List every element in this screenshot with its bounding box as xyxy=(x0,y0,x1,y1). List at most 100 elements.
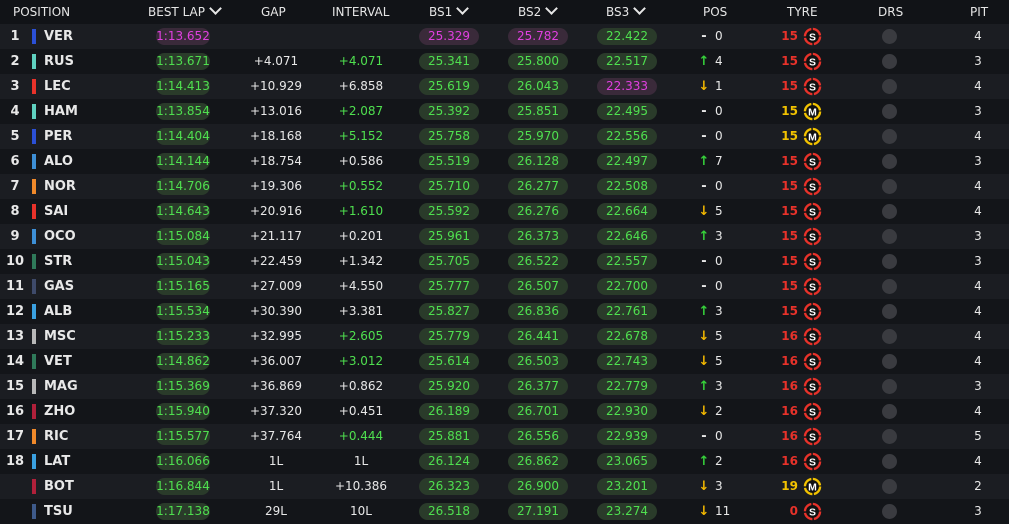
bs2-time: 26.128 xyxy=(508,153,568,170)
table-row[interactable]: 4 HAM 1:13.854 +13.016 +2.087 25.392 25.851 22.… xyxy=(0,99,1009,124)
team-color-bar xyxy=(32,29,36,44)
table-row[interactable]: 18 LAT 1:16.066 1L 1L 26.124 26.862 23.065 ↑ 2 16 S… xyxy=(0,449,1009,474)
bs2-time: 26.701 xyxy=(508,403,568,420)
position-change: 0 xyxy=(715,279,723,293)
pit-stops: 3 xyxy=(974,254,982,268)
table-row[interactable]: 10 STR 1:15.043 +22.459 +1.342 25.705 26.522 22… xyxy=(0,249,1009,274)
team-color-bar xyxy=(32,304,36,319)
driver-code[interactable]: VER xyxy=(44,24,73,49)
header-tyre[interactable]: TYRE xyxy=(787,0,818,24)
position-change: 3 xyxy=(715,229,723,243)
arrow-down-icon: ↓ xyxy=(698,79,710,94)
table-row[interactable]: 1 VER 1:13.652 25.329 25.782 22.422 -0 15 S 4 xyxy=(0,24,1009,49)
table-row[interactable]: 12 ALB 1:15.534 +30.390 +3.381 25.827 26.836 22… xyxy=(0,299,1009,324)
header-best-lap[interactable]: BEST LAP xyxy=(148,0,222,24)
header-pos[interactable]: POS xyxy=(703,0,727,24)
table-row[interactable]: 5 PER 1:14.404 +18.168 +5.152 25.758 25.970 22.… xyxy=(0,124,1009,149)
driver-code[interactable]: STR xyxy=(44,249,72,274)
position-number: 16 xyxy=(5,404,25,419)
driver-code[interactable]: LEC xyxy=(44,74,71,99)
bs2-time: 25.782 xyxy=(508,28,568,45)
driver-code[interactable]: TSU xyxy=(44,499,73,524)
header-bs2[interactable]: BS2 xyxy=(518,0,559,24)
header-bs1[interactable]: BS1 xyxy=(429,0,470,24)
driver-code[interactable]: OCO xyxy=(44,224,76,249)
bs1-time: 25.705 xyxy=(419,253,479,270)
table-row[interactable]: BOT 1:16.844 1L +10.386 26.323 26.900 23.201 ↓ 3… xyxy=(0,474,1009,499)
table-row[interactable]: 16 ZHO 1:15.940 +37.320 +0.451 26.189 26.701 22… xyxy=(0,399,1009,424)
timing-table: 1 VER 1:13.652 25.329 25.782 22.422-0 15 S 4 2 RUS… xyxy=(0,24,1009,524)
position-change: 3 xyxy=(715,304,723,318)
table-row[interactable]: TSU 1:17.138 29L 10L 26.518 27.191 23.274 ↓ 11 0 S… xyxy=(0,499,1009,524)
driver-code[interactable]: HAM xyxy=(44,99,78,124)
header-pit[interactable]: PIT xyxy=(970,0,988,24)
table-row[interactable]: 11 GAS 1:15.165 +27.009 +4.550 25.777 26.507 22… xyxy=(0,274,1009,299)
table-row[interactable]: 15 MAG 1:15.369 +36.869 +0.862 25.920 26.377 22… xyxy=(0,374,1009,399)
gap-value: +36.007 xyxy=(249,354,303,368)
interval-value: 10L xyxy=(350,504,372,518)
tyre-compound-icon: S xyxy=(803,377,822,396)
driver-code[interactable]: RIC xyxy=(44,424,68,449)
driver-code[interactable]: VET xyxy=(44,349,72,374)
position-change: 7 xyxy=(715,154,723,168)
bs1-time: 26.518 xyxy=(419,503,479,520)
driver-code[interactable]: ALO xyxy=(44,149,73,174)
best-lap-time: 1:14.862 xyxy=(156,353,210,370)
driver-code[interactable]: MSC xyxy=(44,324,76,349)
pit-stops: 3 xyxy=(974,379,982,393)
interval-value: +3.381 xyxy=(338,304,384,318)
bs2-time: 26.441 xyxy=(508,328,568,345)
driver-code[interactable]: BOT xyxy=(44,474,74,499)
bs1-time: 25.710 xyxy=(419,178,479,195)
bs3-time: 22.646 xyxy=(597,228,657,245)
table-row[interactable]: 14 VET 1:14.862 +36.007 +3.012 25.614 26.503 22… xyxy=(0,349,1009,374)
table-row[interactable]: 9 OCO 1:15.084 +21.117 +0.201 25.961 26.373 22.… xyxy=(0,224,1009,249)
table-row[interactable]: 13 MSC 1:15.233 +32.995 +2.605 25.779 26.441 22… xyxy=(0,324,1009,349)
position-change: 0 xyxy=(715,179,723,193)
table-row[interactable]: 7 NOR 1:14.706 +19.306 +0.552 25.710 26.277 22.… xyxy=(0,174,1009,199)
table-row[interactable]: 2 RUS 1:13.671 +4.071 +4.071 25.341 25.800 22.5… xyxy=(0,49,1009,74)
bs3-time: 22.333 xyxy=(597,78,657,95)
header-position[interactable]: POSITION xyxy=(13,0,70,24)
table-row[interactable]: 3 LEC 1:14.413 +10.929 +6.858 25.619 26.043 22.… xyxy=(0,74,1009,99)
position-number: 2 xyxy=(10,54,20,69)
position-number: 3 xyxy=(10,79,20,94)
arrow-up-icon: ↑ xyxy=(698,304,710,319)
driver-code[interactable]: PER xyxy=(44,124,72,149)
driver-code[interactable]: MAG xyxy=(44,374,78,399)
driver-code[interactable]: GAS xyxy=(44,274,74,299)
best-lap-time: 1:15.369 xyxy=(156,378,210,395)
driver-code[interactable]: SAI xyxy=(44,199,68,224)
driver-code[interactable]: ALB xyxy=(44,299,72,324)
table-row[interactable]: 8 SAI 1:14.643 +20.916 +1.610 25.592 26.276 22.… xyxy=(0,199,1009,224)
tyre-compound-letter: S xyxy=(809,507,816,518)
team-color-bar xyxy=(32,179,36,194)
position-number: 12 xyxy=(5,304,25,319)
driver-code[interactable]: LAT xyxy=(44,449,70,474)
tyre-compound-icon: S xyxy=(803,502,822,521)
header-gap[interactable]: GAP xyxy=(261,0,286,24)
best-lap-time: 1:15.534 xyxy=(156,303,210,320)
header-drs[interactable]: DRS xyxy=(878,0,903,24)
driver-code[interactable]: ZHO xyxy=(44,399,75,424)
drs-indicator xyxy=(882,204,897,219)
arrow-down-icon: ↓ xyxy=(698,404,710,419)
table-row[interactable]: 6 ALO 1:14.144 +18.754 +0.586 25.519 26.128 22.… xyxy=(0,149,1009,174)
pit-stops: 4 xyxy=(974,404,982,418)
driver-code[interactable]: NOR xyxy=(44,174,76,199)
arrow-down-icon: ↓ xyxy=(698,329,710,344)
bs3-time: 22.761 xyxy=(597,303,657,320)
header-bs3[interactable]: BS3 xyxy=(606,0,647,24)
tyre-age: 15 xyxy=(781,204,798,218)
driver-code[interactable]: RUS xyxy=(44,49,74,74)
bs3-time: 23.065 xyxy=(597,453,657,470)
position-change: 5 xyxy=(715,329,723,343)
drs-indicator xyxy=(882,54,897,69)
bs1-time: 25.392 xyxy=(419,103,479,120)
tyre-compound-letter: S xyxy=(809,32,816,43)
bs3-time: 22.779 xyxy=(597,378,657,395)
gap-value: +18.754 xyxy=(249,154,303,168)
table-row[interactable]: 17 RIC 1:15.577 +37.764 +0.444 25.881 26.556 22… xyxy=(0,424,1009,449)
tyre-age: 15 xyxy=(781,129,798,143)
header-interval[interactable]: INTERVAL xyxy=(332,0,389,24)
